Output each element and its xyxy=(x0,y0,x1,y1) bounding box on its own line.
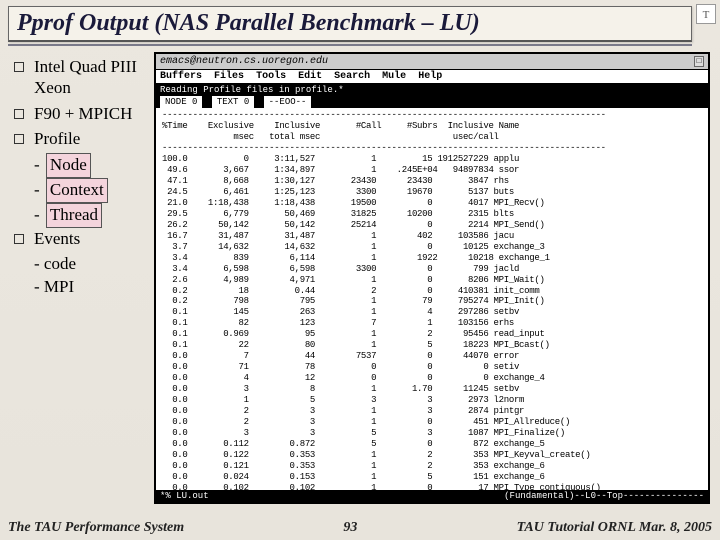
status-bot-left: *% LU.out xyxy=(160,491,209,501)
sub-context-label: Context xyxy=(46,178,108,203)
bullet-3-text: Profile xyxy=(34,128,80,149)
footer: The TAU Performance System 93 TAU Tutori… xyxy=(8,520,712,536)
corner-badge: T xyxy=(696,4,716,24)
tag-node: NODE 0 xyxy=(160,96,202,108)
sub-code: - code xyxy=(34,253,148,276)
slide-title: Pprof Output (NAS Parallel Benchmark – L… xyxy=(17,10,480,37)
terminal-titlebar: emacs@neutron.cs.uoregon.edu □ xyxy=(156,54,708,70)
bullet-4: Events xyxy=(14,228,148,249)
side-bullets: Intel Quad PIII Xeon F90 + MPICH Profile… xyxy=(14,56,148,299)
terminal-status-top: Reading Profile files in profile.* xyxy=(156,84,708,96)
terminal-status-bottom: *% LU.out (Fundamental)--L0--Top--------… xyxy=(156,490,708,502)
title-underline xyxy=(8,44,692,46)
sub-thread: - Thread xyxy=(34,203,148,228)
terminal-title-text: emacs@neutron.cs.uoregon.edu xyxy=(160,56,328,67)
slide-title-bar: Pprof Output (NAS Parallel Benchmark – L… xyxy=(8,6,692,42)
sub-mpi: - MPI xyxy=(34,276,148,299)
footer-right: TAU Tutorial ORNL Mar. 8, 2005 xyxy=(517,520,712,536)
tag-text: TEXT 0 xyxy=(212,96,254,108)
bullet-3: Profile xyxy=(14,128,148,149)
menu-files[interactable]: Files xyxy=(214,71,244,82)
terminal-tags: NODE 0 TEXT 0 --EOO-- xyxy=(156,96,708,108)
window-button-icon[interactable]: □ xyxy=(694,56,704,67)
footer-page-number: 93 xyxy=(343,520,357,536)
bullet-2-text: F90 + MPICH xyxy=(34,103,132,124)
bullet-square-icon xyxy=(14,134,24,144)
menu-tools[interactable]: Tools xyxy=(256,71,286,82)
menu-search[interactable]: Search xyxy=(334,71,370,82)
sub-thread-label: Thread xyxy=(46,203,102,228)
sub-context: - Context xyxy=(34,178,148,203)
sub-node-label: Node xyxy=(46,153,91,178)
terminal-body: ----------------------------------------… xyxy=(156,108,708,490)
sub-node: - Node xyxy=(34,153,148,178)
bullet-2: F90 + MPICH xyxy=(14,103,148,124)
bullet-1: Intel Quad PIII Xeon xyxy=(14,56,148,99)
tag-eoo: --EOO-- xyxy=(264,96,312,108)
terminal-window: emacs@neutron.cs.uoregon.edu □ Buffers F… xyxy=(154,52,710,504)
bullet-square-icon xyxy=(14,109,24,119)
status-top-text: Reading Profile files in profile.* xyxy=(160,85,344,95)
menu-mule[interactable]: Mule xyxy=(382,71,406,82)
terminal-menubar: Buffers Files Tools Edit Search Mule Hel… xyxy=(156,70,708,84)
bullet-square-icon xyxy=(14,62,24,72)
bullet-1-text: Intel Quad PIII Xeon xyxy=(34,56,148,99)
menu-edit[interactable]: Edit xyxy=(298,71,322,82)
menu-buffers[interactable]: Buffers xyxy=(160,71,202,82)
bullet-square-icon xyxy=(14,234,24,244)
footer-left: The TAU Performance System xyxy=(8,520,184,536)
bullet-4-text: Events xyxy=(34,228,80,249)
status-bot-right: (Fundamental)--L0--Top--------------- xyxy=(504,491,704,501)
menu-help[interactable]: Help xyxy=(418,71,442,82)
